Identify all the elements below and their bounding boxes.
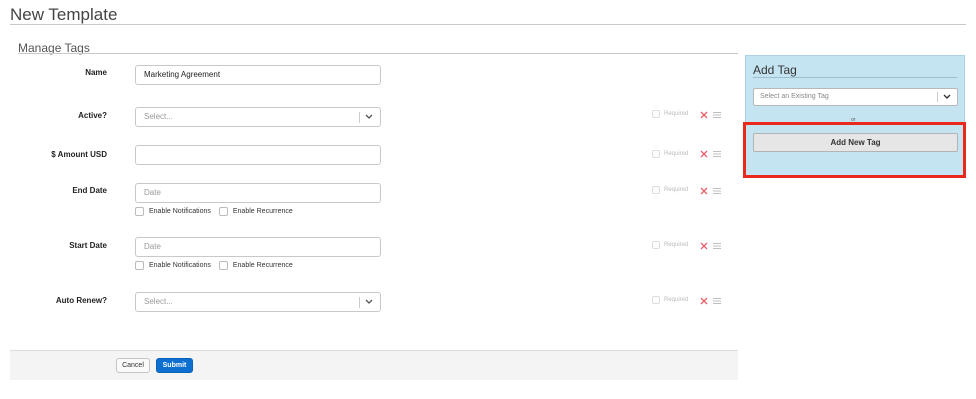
chevron-down-icon[interactable] xyxy=(364,111,374,123)
list-icon[interactable] xyxy=(713,111,721,119)
auto-renew-select[interactable]: Select... xyxy=(135,292,381,312)
chevron-down-icon[interactable] xyxy=(942,91,952,103)
enable-notifications-label: Enable Notifications xyxy=(149,208,211,215)
required-toggle[interactable]: Required xyxy=(652,150,688,158)
list-icon[interactable] xyxy=(713,187,721,195)
enable-recurrence-checkbox[interactable] xyxy=(218,207,228,216)
start-date-options: Enable Notifications Enable Recurrence xyxy=(135,261,301,270)
required-label: Required xyxy=(664,297,689,303)
page-title: New Template xyxy=(10,5,118,24)
end-date-options: Enable Notifications Enable Recurrence xyxy=(135,207,301,216)
amount-input[interactable] xyxy=(135,145,381,165)
existing-tag-placeholder: Select an Existing Tag xyxy=(760,93,829,100)
close-icon[interactable] xyxy=(700,297,708,305)
add-tag-divider xyxy=(753,77,957,78)
title-divider xyxy=(10,24,966,25)
required-label: Required xyxy=(664,151,689,157)
auto-renew-label: Auto Renew? xyxy=(55,296,107,305)
list-icon[interactable] xyxy=(713,150,721,158)
submit-button[interactable]: Submit xyxy=(156,358,193,373)
required-label: Required xyxy=(664,187,689,193)
required-label: Required xyxy=(664,111,689,117)
enable-recurrence-label: Enable Recurrence xyxy=(232,262,293,269)
required-toggle[interactable]: Required xyxy=(652,241,688,249)
required-checkbox[interactable] xyxy=(652,110,660,118)
enable-notifications-label: Enable Notifications xyxy=(149,262,211,269)
required-label: Required xyxy=(664,242,689,248)
start-date-placeholder: Date xyxy=(144,242,161,251)
chevron-down-icon[interactable] xyxy=(364,296,374,308)
end-date-placeholder: Date xyxy=(144,188,161,197)
active-select-placeholder: Select... xyxy=(144,112,173,121)
cancel-button[interactable]: Cancel xyxy=(116,358,150,373)
highlight-box xyxy=(743,122,966,178)
select-divider xyxy=(937,92,938,102)
list-icon[interactable] xyxy=(713,297,721,305)
required-toggle[interactable]: Required xyxy=(652,110,688,118)
enable-recurrence-label: Enable Recurrence xyxy=(232,208,293,215)
required-checkbox[interactable] xyxy=(652,150,660,158)
required-toggle[interactable]: Required xyxy=(652,296,688,304)
enable-recurrence-checkbox[interactable] xyxy=(218,261,228,270)
select-divider xyxy=(359,112,360,123)
active-label: Active? xyxy=(78,111,107,120)
auto-renew-select-placeholder: Select... xyxy=(144,297,173,306)
end-date-input[interactable]: Date xyxy=(135,183,381,203)
active-select[interactable]: Select... xyxy=(135,107,381,127)
enable-notifications-checkbox[interactable] xyxy=(135,261,144,270)
required-checkbox[interactable] xyxy=(652,241,660,249)
start-date-input[interactable]: Date xyxy=(135,237,381,257)
required-toggle[interactable]: Required xyxy=(652,186,688,194)
close-icon[interactable] xyxy=(700,111,708,119)
end-date-label: End Date xyxy=(72,186,107,195)
name-label: Name xyxy=(85,68,107,77)
add-tag-title: Add Tag xyxy=(753,63,797,77)
section-divider xyxy=(18,53,738,54)
close-icon[interactable] xyxy=(700,242,708,250)
list-icon[interactable] xyxy=(713,242,721,250)
name-input[interactable]: Marketing Agreement xyxy=(135,65,381,85)
enable-notifications-checkbox[interactable] xyxy=(135,207,144,216)
start-date-label: Start Date xyxy=(69,241,107,250)
required-checkbox[interactable] xyxy=(652,186,660,194)
existing-tag-select[interactable]: Select an Existing Tag xyxy=(753,88,958,106)
required-checkbox[interactable] xyxy=(652,296,660,304)
select-divider xyxy=(359,297,360,308)
close-icon[interactable] xyxy=(700,150,708,158)
amount-label: $ Amount USD xyxy=(51,150,107,159)
close-icon[interactable] xyxy=(700,187,708,195)
